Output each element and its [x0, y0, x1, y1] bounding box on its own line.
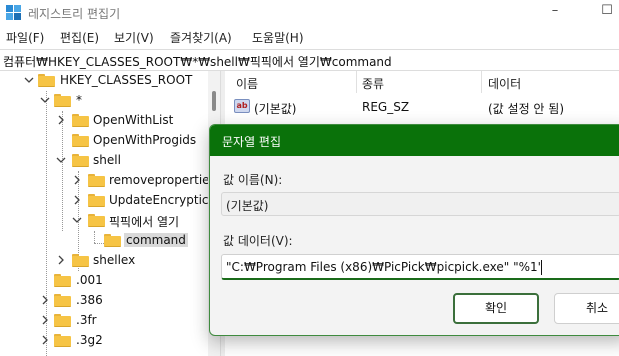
cancel-button[interactable]: 취소: [554, 293, 619, 324]
column-header-type[interactable]: 종류: [362, 75, 384, 92]
folder-icon: [54, 294, 71, 307]
folder-icon: [104, 234, 121, 247]
chevron-right-icon[interactable]: [40, 334, 50, 346]
folder-icon: [38, 74, 55, 87]
chevron-right-icon[interactable]: [40, 314, 50, 326]
value-data: (값 설정 안 됨): [488, 102, 565, 116]
chevron-right-icon[interactable]: [72, 174, 82, 186]
tree-item-label: .3g2: [76, 333, 103, 347]
chevron-right-icon[interactable]: [56, 114, 66, 126]
chevron-down-icon[interactable]: [56, 154, 66, 166]
menu-edit[interactable]: 편집(E): [60, 29, 99, 46]
tree-item-label: command: [124, 233, 188, 247]
menu-favorites[interactable]: 즐겨찾기(A): [170, 29, 232, 46]
tree-item-label: shellex: [93, 253, 136, 267]
chevron-down-icon[interactable]: [72, 214, 82, 226]
tree-item-label: .001: [76, 273, 103, 287]
folder-icon: [72, 154, 89, 167]
folder-icon: [72, 134, 89, 147]
address-bar[interactable]: 컴퓨터₩HKEY_CLASSES_ROOT₩*₩shell₩픽픽에서 열기₩co…: [0, 49, 619, 71]
minimize-button[interactable]: –: [548, 4, 562, 18]
tree-item-label: removepropertie: [109, 173, 208, 187]
tree-item-label: .386: [76, 293, 103, 307]
tree-item-label: UpdateEncryptic: [109, 193, 208, 207]
value-data-input[interactable]: "C:₩Program Files (x86)₩PicPick₩picpick.…: [221, 254, 619, 280]
window-title: 레지스트리 편집기: [28, 7, 121, 21]
regedit-app-icon: [6, 5, 22, 21]
folder-icon: [72, 254, 89, 267]
tree-item-label: 픽픽에서 열기: [109, 215, 180, 229]
column-header-name[interactable]: 이름: [236, 75, 258, 92]
value-data-text: "C:₩Program Files (x86)₩PicPick₩picpick.…: [226, 260, 544, 274]
maximize-button[interactable]: ☐: [600, 4, 614, 18]
chevron-right-icon[interactable]: [40, 294, 50, 306]
chevron-right-icon[interactable]: [56, 254, 66, 266]
chevron-right-icon[interactable]: [72, 194, 82, 206]
folder-icon: [54, 94, 71, 107]
folder-icon: [54, 274, 71, 287]
value-name-field: (기본값): [221, 192, 619, 216]
folder-icon: [72, 114, 89, 127]
menu-bar: 파일(F) 편집(E) 보기(V) 즐겨찾기(A) 도움말(H): [0, 26, 619, 48]
title-bar: 레지스트리 편집기 – ☐: [0, 0, 619, 26]
tree-item-label: HKEY_CLASSES_ROOT: [60, 73, 193, 87]
menu-view[interactable]: 보기(V): [114, 29, 154, 46]
tree-item-label: OpenWithProgids: [93, 133, 197, 147]
menu-help[interactable]: 도움말(H): [252, 29, 304, 46]
edit-string-dialog: 문자열 편집 값 이름(N): (기본값) 값 데이터(V): "C:₩Prog…: [209, 124, 619, 336]
value-data-label: 값 데이터(V):: [223, 234, 293, 248]
address-path: 컴퓨터₩HKEY_CLASSES_ROOT₩*₩shell₩픽픽에서 열기₩co…: [3, 55, 392, 69]
registry-tree: HKEY_CLASSES_ROOT * OpenWithList OpenWit…: [0, 71, 208, 356]
column-header-data[interactable]: 데이터: [488, 75, 521, 92]
string-value-icon: ab: [234, 99, 250, 113]
folder-icon: [88, 194, 105, 207]
folder-icon: [54, 334, 71, 347]
value-name-text: (기본값): [226, 199, 269, 213]
dialog-title: 문자열 편집: [222, 135, 282, 149]
dialog-title-bar[interactable]: 문자열 편집: [210, 125, 619, 156]
value-name-label: 값 이름(N):: [223, 173, 283, 187]
ok-button[interactable]: 확인: [453, 293, 539, 324]
value-type: REG_SZ: [362, 100, 410, 114]
chevron-down-icon[interactable]: [40, 94, 50, 106]
folder-icon: [88, 214, 105, 227]
tree-item-label: OpenWithList: [93, 113, 174, 127]
folder-icon: [54, 314, 71, 327]
tree-item-label: shell: [93, 153, 121, 167]
value-name: (기본값): [254, 102, 297, 116]
menu-file[interactable]: 파일(F): [6, 29, 44, 46]
table-row[interactable]: ab (기본값) REG_SZ (값 설정 안 됨): [228, 97, 619, 117]
text-caret: [541, 260, 542, 275]
chevron-down-icon[interactable]: [24, 74, 34, 86]
folder-icon: [88, 174, 105, 187]
tree-item-label: *: [76, 93, 82, 107]
scrollbar-thumb[interactable]: [212, 91, 216, 111]
tree-item-label: .3fr: [76, 313, 97, 327]
